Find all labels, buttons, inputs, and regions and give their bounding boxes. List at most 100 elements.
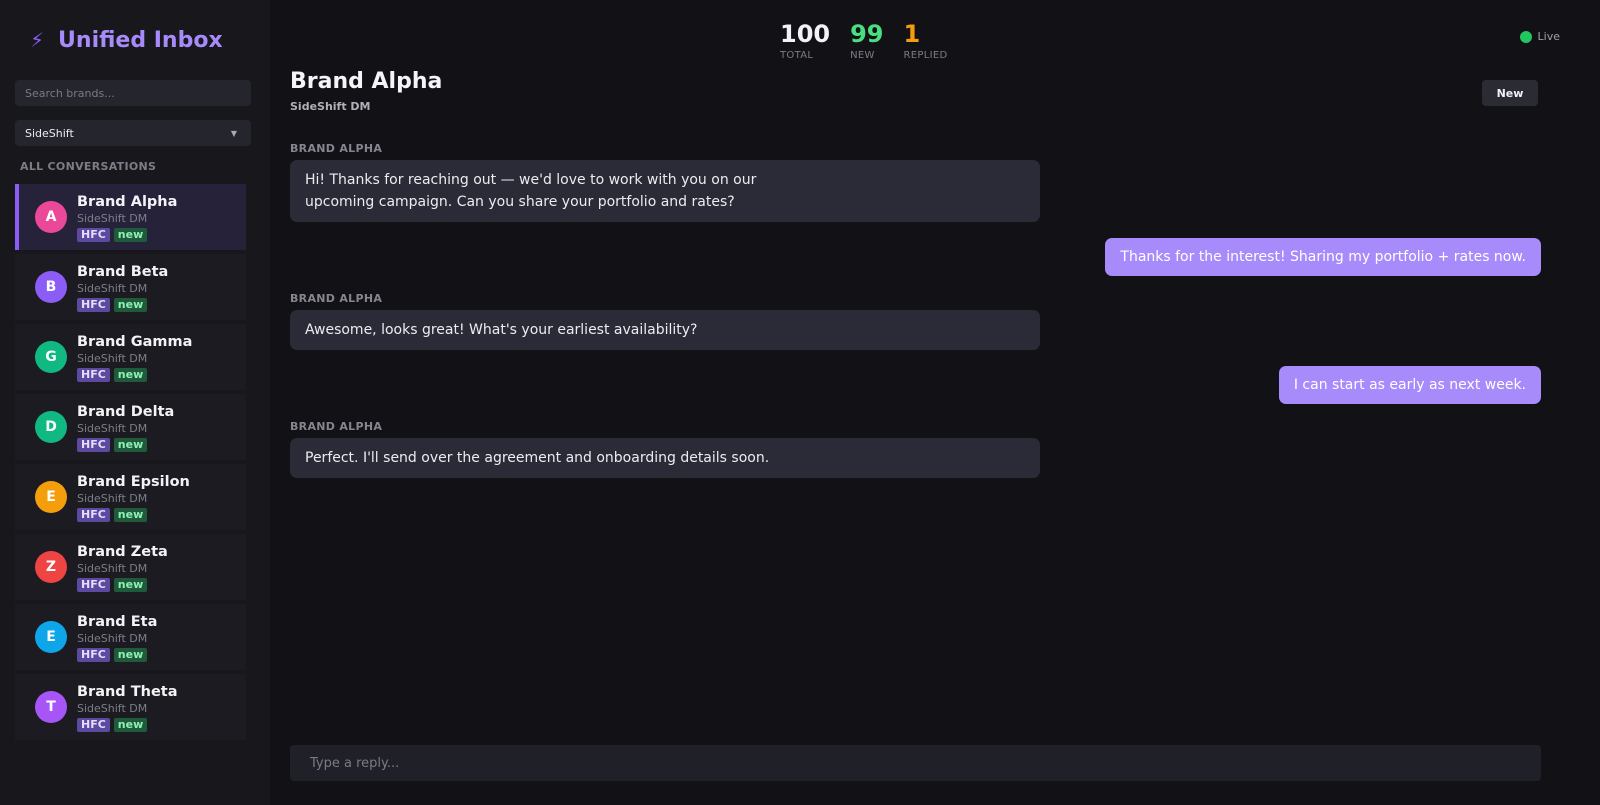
conversation-item[interactable]: A Brand Alpha SideShift DM HFC new (15, 184, 246, 250)
conversation-meta: Brand Alpha SideShift DM HFC new (77, 193, 177, 242)
status-badge: new (113, 577, 148, 592)
conversation-meta: Brand Gamma SideShift DM HFC new (77, 333, 192, 382)
conversation-meta: Brand Theta SideShift DM HFC new (77, 683, 178, 732)
stat-total: 100 TOTAL (780, 20, 830, 61)
avatar: E (35, 481, 67, 513)
message-line: Awesome, looks great! What's your earlie… (305, 322, 698, 338)
message-sender: BRAND ALPHA (290, 292, 383, 305)
conversation-source: SideShift DM (77, 421, 148, 435)
category-badge: HFC (77, 507, 110, 522)
message-line: Hi! Thanks for reaching out — we'd love … (305, 172, 757, 188)
conversation-source: SideShift DM (77, 701, 148, 715)
status-button[interactable]: New (1482, 80, 1538, 106)
category-badge: HFC (77, 647, 110, 662)
tag-group: HFC new (77, 647, 157, 662)
app-root: ⚡ Unified Inbox SideShift ▼ ALL CONVERSA… (0, 0, 1600, 805)
conversation-meta: Brand Delta SideShift DM HFC new (77, 403, 174, 452)
stat-label: TOTAL (780, 50, 814, 61)
conversation-item[interactable]: Z Brand Zeta SideShift DM HFC new (15, 534, 246, 600)
status-badge: new (113, 437, 148, 452)
conversation-meta: Brand Epsilon SideShift DM HFC new (77, 473, 190, 522)
avatar: B (35, 271, 67, 303)
category-badge: HFC (77, 577, 110, 592)
conversation-item[interactable]: B Brand Beta SideShift DM HFC new (15, 254, 246, 320)
conversation-name: Brand Beta (77, 263, 169, 280)
stat-label: NEW (850, 50, 875, 61)
stat-label: REPLIED (903, 50, 948, 61)
message-bubble: Awesome, looks great! What's your earlie… (290, 310, 1040, 350)
live-indicator: Live (1519, 30, 1560, 43)
conversation-subtitle: SideShift DM (290, 100, 371, 113)
status-badge: new (113, 647, 148, 662)
category-badge: HFC (77, 227, 110, 242)
stat-value: 1 (903, 20, 921, 48)
conversation-item[interactable]: T Brand Theta SideShift DM HFC new (15, 674, 246, 740)
category-badge: HFC (77, 717, 110, 732)
conversation-source: SideShift DM (77, 281, 148, 295)
message-sender: BRAND ALPHA (290, 420, 383, 433)
conversation-item[interactable]: E Brand Epsilon SideShift DM HFC new (15, 464, 246, 530)
conversation-item[interactable]: G Brand Gamma SideShift DM HFC new (15, 324, 246, 390)
category-badge: HFC (77, 437, 110, 452)
reply-input[interactable] (290, 745, 1541, 781)
bolt-icon: ⚡ (30, 28, 45, 52)
outgoing-message: Thanks for the interest! Sharing my port… (290, 238, 1541, 276)
category-badge: HFC (77, 367, 110, 382)
app-title: Unified Inbox (58, 27, 223, 53)
live-label: Live (1537, 30, 1560, 43)
conversation-item[interactable]: D Brand Delta SideShift DM HFC new (15, 394, 246, 460)
message-thread: BRAND ALPHA Hi! Thanks for reaching out … (290, 142, 1541, 494)
conversation-list: A Brand Alpha SideShift DM HFC new B Bra… (15, 184, 255, 740)
section-label: ALL CONVERSATIONS (20, 160, 157, 173)
stat-value: 100 (780, 20, 831, 48)
message-bubble: Thanks for the interest! Sharing my port… (1105, 238, 1541, 276)
conversation-meta: Brand Eta SideShift DM HFC new (77, 613, 157, 662)
sidebar: ⚡ Unified Inbox SideShift ▼ ALL CONVERSA… (0, 0, 270, 805)
tag-group: HFC new (77, 507, 190, 522)
tag-group: HFC new (77, 577, 168, 592)
conversation-source: SideShift DM (77, 351, 148, 365)
incoming-message: BRAND ALPHA Awesome, looks great! What's… (290, 292, 1541, 350)
chevron-down-icon: ▼ (230, 128, 237, 138)
outgoing-message: I can start as early as next week. (290, 366, 1541, 404)
avatar: Z (35, 551, 67, 583)
status-badge: new (113, 367, 148, 382)
main-panel: 100 TOTAL 99 NEW 1 REPLIED Live Brand Al… (270, 0, 1600, 805)
avatar: A (35, 201, 67, 233)
tag-group: HFC new (77, 717, 178, 732)
conversation-source: SideShift DM (77, 631, 148, 645)
live-dot-icon (1519, 30, 1532, 43)
message-bubble: Hi! Thanks for reaching out — we'd love … (290, 160, 1040, 222)
tag-group: HFC new (77, 437, 174, 452)
conversation-meta: Brand Beta SideShift DM HFC new (77, 263, 168, 312)
avatar: G (35, 341, 67, 373)
status-badge: new (113, 507, 148, 522)
conversation-meta: Brand Zeta SideShift DM HFC new (77, 543, 168, 592)
source-filter-select[interactable]: SideShift ▼ (15, 120, 251, 146)
conversation-name: Brand Epsilon (77, 473, 190, 490)
tag-group: HFC new (77, 367, 192, 382)
avatar: E (35, 621, 67, 653)
incoming-message: BRAND ALPHA Perfect. I'll send over the … (290, 420, 1541, 478)
stat-replied: 1 REPLIED (904, 20, 948, 61)
message-bubble: I can start as early as next week. (1278, 366, 1541, 404)
stats-bar: 100 TOTAL 99 NEW 1 REPLIED (780, 20, 947, 61)
category-badge: HFC (77, 297, 110, 312)
incoming-message: BRAND ALPHA Hi! Thanks for reaching out … (290, 142, 1541, 222)
stat-value: 99 (850, 20, 884, 48)
conversation-name: Brand Delta (77, 403, 175, 420)
conversation-source: SideShift DM (77, 561, 148, 575)
conversation-name: Brand Zeta (77, 543, 168, 560)
search-input[interactable] (15, 80, 251, 106)
avatar: T (35, 691, 67, 723)
app-header: ⚡ Unified Inbox (15, 0, 255, 80)
conversation-source: SideShift DM (77, 491, 148, 505)
message-bubble: Perfect. I'll send over the agreement an… (290, 438, 1040, 478)
conversation-name: Brand Theta (77, 683, 178, 700)
tag-group: HFC new (77, 297, 168, 312)
conversation-name: Brand Alpha (77, 193, 178, 210)
stat-new: 99 NEW (850, 20, 883, 61)
conversation-source: SideShift DM (77, 211, 148, 225)
conversation-item[interactable]: E Brand Eta SideShift DM HFC new (15, 604, 246, 670)
message-line: Perfect. I'll send over the agreement an… (305, 450, 770, 466)
